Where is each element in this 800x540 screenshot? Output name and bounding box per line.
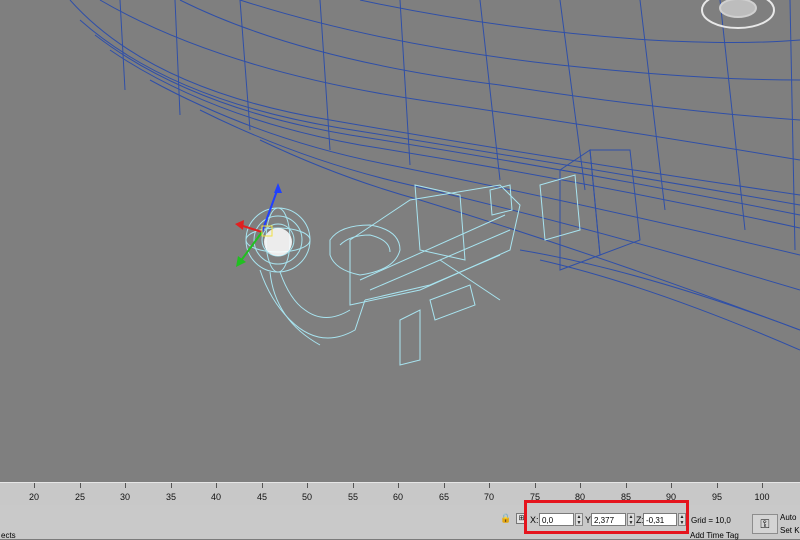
- tow-hitch-wireframe: [245, 174, 581, 366]
- set-key-label[interactable]: Set K: [780, 526, 800, 535]
- car-bumper-wireframe: [69, 0, 800, 351]
- absolute-mode-icon[interactable]: ⊞: [516, 513, 527, 524]
- tick-label: 45: [256, 492, 268, 502]
- tick-label: 90: [665, 492, 677, 502]
- x-spinner[interactable]: ▲ ▼: [575, 513, 583, 526]
- tick-label: 95: [711, 492, 723, 502]
- x-coordinate-field[interactable]: 0,0: [539, 513, 574, 526]
- selected-ball: [264, 228, 292, 256]
- grid-size-text: Grid = 10,0: [691, 516, 731, 525]
- x-label: X:: [530, 515, 539, 525]
- tick-label: 75: [529, 492, 541, 502]
- auto-key-button[interactable]: Auto Set K: [780, 511, 800, 537]
- viewcube-icon: [701, 0, 775, 29]
- tick-label: 40: [210, 492, 222, 502]
- tick-label: 30: [119, 492, 131, 502]
- tick-label: 55: [347, 492, 359, 502]
- key-icon[interactable]: ⚿: [752, 514, 778, 534]
- tick-label: 85: [620, 492, 632, 502]
- wireframe-scene: [69, 0, 800, 366]
- z-coordinate-field[interactable]: -0,31: [643, 513, 677, 526]
- tick-label: 65: [438, 492, 450, 502]
- tick-label: 25: [74, 492, 86, 502]
- y-spinner[interactable]: ▲ ▼: [627, 513, 635, 526]
- timeline-ruler[interactable]: 20 25 30 35 40 45 50 55 60 65 70 75 80 8…: [0, 482, 800, 506]
- tick-label: 70: [483, 492, 495, 502]
- perspective-viewport[interactable]: [0, 0, 800, 482]
- auto-key-label[interactable]: Auto: [780, 513, 796, 522]
- tick-label: 20: [28, 492, 40, 502]
- tick-label: 100: [754, 492, 770, 502]
- tick-label: 35: [165, 492, 177, 502]
- status-bar: ects 🔒 ⊞ X: 0,0 ▲ ▼ Y: 2,377 ▲ ▼ Z: -0,31 …: [0, 505, 800, 540]
- tick-label: 50: [301, 492, 313, 502]
- y-coordinate-field[interactable]: 2,377: [591, 513, 626, 526]
- z-spinner[interactable]: ▲ ▼: [678, 513, 686, 526]
- lock-icon[interactable]: 🔒: [500, 513, 511, 525]
- tick-label: 80: [574, 492, 586, 502]
- tick-label: 60: [392, 492, 404, 502]
